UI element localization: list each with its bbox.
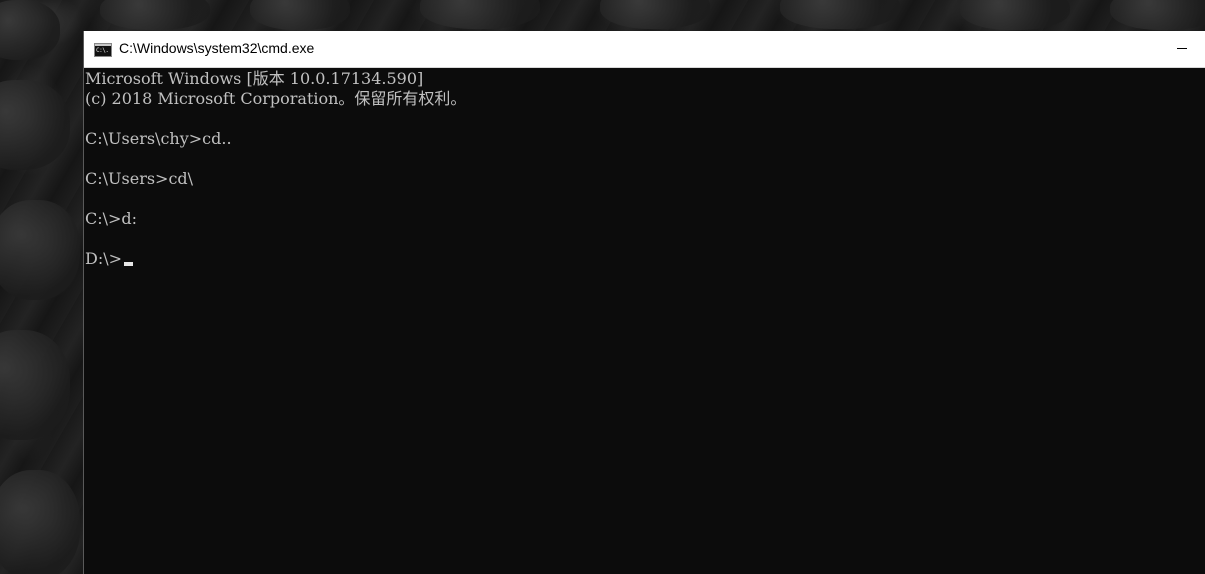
console-line: (c) 2018 Microsoft Corporation。保留所有权利。 xyxy=(85,89,467,108)
title-bar[interactable]: C:\. C:\Windows\system32\cmd.exe xyxy=(84,31,1205,68)
current-prompt-line[interactable]: D:\> xyxy=(85,249,134,269)
wallpaper-stone xyxy=(0,80,70,170)
wallpaper-stone xyxy=(0,470,80,574)
app-icon-glyph: C:\. xyxy=(96,47,109,54)
console-line: C:\Users>cd\ xyxy=(85,169,194,188)
console-output[interactable]: Microsoft Windows [版本 10.0.17134.590] (c… xyxy=(84,68,1205,574)
text-cursor xyxy=(124,262,134,266)
wallpaper-stone xyxy=(0,0,60,60)
console-line: C:\Users\chy>cd.. xyxy=(85,129,232,148)
wallpaper-stone xyxy=(0,200,80,300)
minimize-icon xyxy=(1177,48,1187,49)
app-icon-bar xyxy=(95,44,111,46)
wallpaper-stone xyxy=(960,0,1070,30)
wallpaper-stone xyxy=(1110,0,1205,30)
wallpaper-stone xyxy=(250,0,350,30)
console-line: Microsoft Windows [版本 10.0.17134.590] xyxy=(85,69,424,88)
wallpaper-stone xyxy=(100,0,210,30)
window-title: C:\Windows\system32\cmd.exe xyxy=(119,40,315,56)
wallpaper-stone xyxy=(0,330,70,440)
minimize-button[interactable] xyxy=(1159,31,1205,67)
current-prompt: D:\> xyxy=(85,249,123,268)
wallpaper-stone xyxy=(600,0,710,29)
cmd-window[interactable]: C:\. C:\Windows\system32\cmd.exe Microso… xyxy=(83,31,1205,574)
console-line: C:\>d: xyxy=(85,209,138,228)
wallpaper-stone xyxy=(420,0,540,29)
cmd-app-icon[interactable]: C:\. xyxy=(94,43,112,57)
wallpaper-stone xyxy=(780,0,900,29)
